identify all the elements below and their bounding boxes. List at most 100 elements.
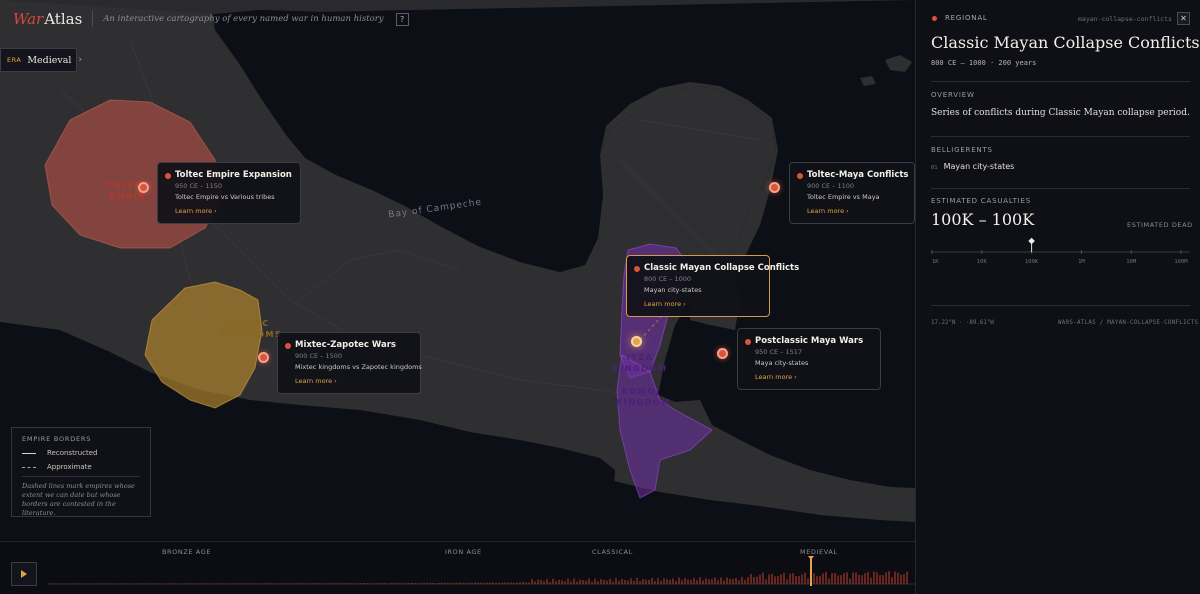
help-button[interactable]: ? (395, 12, 409, 26)
timeline-density-bar (474, 582, 476, 584)
panel-title: Classic Mayan Collapse Conflicts (931, 33, 1200, 52)
learn-more-link[interactable]: Learn more › (807, 207, 905, 216)
scale-tick-label: 10M (1126, 259, 1137, 265)
timeline-density-bar (126, 583, 128, 584)
timeline-density-bar (612, 581, 614, 584)
divider (931, 81, 1190, 82)
timeline-density-bar (423, 582, 425, 584)
timeline-density-bar (849, 578, 851, 584)
conflict-card-toltec-expansion[interactable]: Toltec Empire Expansion 950 CE – 1150 To… (157, 162, 301, 224)
conflict-dates: 900 CE – 1500 (295, 352, 343, 360)
brand-logo-atlas[interactable]: Atlas (44, 10, 82, 28)
timeline-density-bar (96, 583, 98, 584)
belligerents-heading: BELLIGERENTS (931, 146, 993, 154)
timeline-density-bar (339, 583, 341, 584)
conflict-marker-mixtec-zapotec[interactable] (258, 352, 269, 363)
conflict-belligerents: Maya city-states (755, 359, 809, 367)
conflict-belligerents: Mixtec kingdoms vs Zapotec kingdoms (295, 363, 422, 371)
timeline-density-bar (108, 583, 110, 584)
timeline-histogram[interactable] (48, 556, 915, 586)
timeline-density-bar (705, 578, 707, 584)
timeline-density-bar (684, 578, 686, 584)
era-selector[interactable]: ERA Medieval › (0, 48, 82, 72)
timeline-density-bar (654, 581, 656, 584)
timeline-density-bar (633, 580, 635, 584)
timeline-density-bar (906, 571, 908, 584)
timeline-density-bar (198, 583, 200, 584)
conflict-marker-postclassic-maya[interactable] (717, 348, 728, 359)
conflict-marker-toltec-maya[interactable] (769, 182, 780, 193)
timeline-density-bar (378, 582, 380, 584)
panel-dates: 800 CE — 1000 · 200 years (931, 59, 1037, 67)
timeline-density-bar (543, 581, 545, 584)
app-tagline: An interactive cartography of every name… (103, 14, 384, 24)
timeline-density-bar (156, 583, 158, 584)
learn-more-link[interactable]: Learn more › (644, 300, 760, 309)
timeline-bar[interactable]: BRONZE AGE IRON AGE CLASSICAL MEDIEVAL (0, 541, 915, 594)
learn-more-link[interactable]: Learn more › (175, 207, 291, 216)
timeline-era-medieval[interactable]: MEDIEVAL (800, 548, 838, 556)
timeline-density-bar (567, 578, 569, 584)
timeline-density-bar (858, 574, 860, 584)
timeline-density-bar (225, 583, 227, 584)
timeline-density-bar (852, 572, 854, 584)
timeline-density-bar (747, 577, 749, 584)
close-icon[interactable]: ✕ (1177, 12, 1190, 25)
timeline-density-bar (777, 575, 779, 584)
timeline-density-bar (648, 579, 650, 584)
learn-more-link[interactable]: Learn more › (755, 373, 871, 382)
timeline-density-bar (669, 579, 671, 584)
timeline-density-bar (657, 578, 659, 584)
dashed-line-icon (22, 466, 36, 468)
timeline-density-bar (117, 583, 119, 584)
playhead-handle-icon[interactable] (808, 556, 814, 560)
timeline-density-bar (774, 576, 776, 584)
timeline-density-bar (396, 582, 398, 584)
timeline-density-bar (444, 582, 446, 584)
timeline-era-classical[interactable]: CLASSICAL (592, 548, 633, 556)
timeline-density-bar (429, 582, 431, 584)
learn-more-link[interactable]: Learn more › (295, 377, 411, 386)
conflict-card-mayan-collapse[interactable]: Classic Mayan Collapse Conflicts 800 CE … (626, 255, 799, 317)
timeline-density-bar (345, 583, 347, 584)
conflict-card-mixtec-zapotec[interactable]: Mixtec-Zapotec Wars 900 CE – 1500 Mixtec… (277, 332, 422, 394)
timeline-density-bar (666, 579, 668, 584)
timeline-density-bar (708, 579, 710, 584)
timeline-density-bar (393, 582, 395, 584)
timeline-density-bar (627, 580, 629, 584)
timeline-density-bar (885, 572, 887, 584)
conflict-card-postclassic-maya[interactable]: Postclassic Maya Wars 950 CE – 1517 Maya… (737, 328, 881, 390)
brand-logo-war[interactable]: War (13, 10, 43, 28)
timeline-density-bar (312, 583, 314, 584)
timeline-density-bar (600, 579, 602, 584)
timeline-era-bronze-age[interactable]: BRONZE AGE (162, 548, 211, 556)
timeline-density-bar (351, 583, 353, 584)
timeline-density-bar (438, 582, 440, 584)
timeline-era-iron-age[interactable]: IRON AGE (445, 548, 482, 556)
timeline-density-bar (492, 582, 494, 584)
map-canvas[interactable]: Bay of Campeche TOLTEC EMPIR MIXTEC KING… (0, 0, 915, 594)
timeline-density-bar (480, 582, 482, 584)
timeline-density-bar (432, 583, 434, 584)
timeline-density-bar (768, 574, 770, 584)
timeline-density-bar (330, 583, 332, 584)
timeline-density-bar (162, 583, 164, 584)
timeline-density-bar (564, 581, 566, 584)
region-kowoj (616, 354, 713, 499)
timeline-density-bar (876, 572, 878, 584)
play-button[interactable] (11, 562, 37, 586)
timeline-density-bar (297, 583, 299, 584)
timeline-density-bar (462, 582, 464, 584)
timeline-density-bar (384, 583, 386, 584)
timeline-density-bar (165, 583, 167, 584)
timeline-density-bar (381, 583, 383, 584)
conflict-card-toltec-maya[interactable]: Toltec-Maya Conflicts 900 CE – 1100 Tolt… (789, 162, 915, 224)
timeline-density-bar (150, 583, 152, 584)
timeline-density-bar (561, 580, 563, 584)
timeline-density-bar (759, 574, 761, 584)
timeline-density-bar (411, 582, 413, 584)
timeline-density-bar (702, 580, 704, 584)
timeline-density-bar (645, 579, 647, 584)
conflict-marker-toltec-expansion[interactable] (138, 182, 149, 193)
conflict-marker-mayan-collapse[interactable] (631, 336, 642, 347)
